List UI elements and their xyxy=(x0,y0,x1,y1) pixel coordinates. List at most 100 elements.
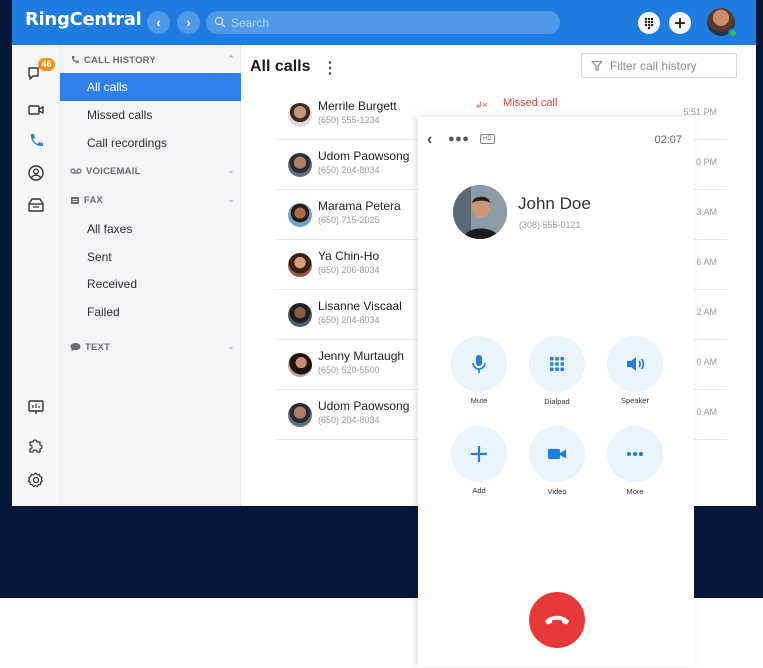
sidebar-item-missed-calls[interactable]: Missed calls xyxy=(60,101,241,129)
stage: RingCentral ‹ › Search 46 CALL HISTORY ⌃… xyxy=(0,0,763,668)
more-dots-icon xyxy=(626,451,644,457)
end-call-button[interactable] xyxy=(529,592,585,648)
contact-phone: (650) 204-8034 xyxy=(318,415,380,425)
back-chevron-icon[interactable]: ‹ xyxy=(427,131,432,149)
hang-up-icon xyxy=(545,615,569,625)
contact-phone: (650) 715-2025 xyxy=(318,215,380,225)
more-button[interactable] xyxy=(607,426,663,482)
contact-phone: (650) 204-8034 xyxy=(318,165,380,175)
filter-box[interactable] xyxy=(581,53,737,78)
icon-rail: 46 xyxy=(12,45,60,506)
dialpad-label: Dialpad xyxy=(544,397,570,406)
video-button[interactable] xyxy=(529,426,585,482)
chevron-down-icon[interactable]: ⌄ xyxy=(227,165,235,176)
search-input[interactable] xyxy=(231,11,551,34)
chevron-down-icon[interactable]: ⌄ xyxy=(227,194,235,205)
fax-label: FAX xyxy=(84,194,104,206)
dialpad-icon xyxy=(550,357,564,371)
filter-input[interactable] xyxy=(610,54,730,77)
call-time: 5:51 PM xyxy=(683,107,717,117)
contact-avatar xyxy=(288,103,312,127)
contact-name: Jenny Murtaugh xyxy=(318,349,405,363)
contact-name: Ya Chin-Ho xyxy=(318,249,380,263)
sidebar-item-sent[interactable]: Sent xyxy=(60,243,241,271)
voicemail-label: VOICEMAIL xyxy=(86,165,141,177)
phone-icon[interactable] xyxy=(26,131,46,151)
call-timer: 02:07 xyxy=(654,134,682,146)
missed-call-icon: ↲× xyxy=(475,100,488,110)
microphone-icon xyxy=(472,355,486,373)
add-label: Add xyxy=(472,486,486,495)
sidebar-item-all-faxes[interactable]: All faxes xyxy=(60,215,241,243)
messages-badge: 46 xyxy=(38,58,55,71)
voicemail-heading[interactable]: VOICEMAIL ⌄ xyxy=(70,162,235,180)
caller-photo xyxy=(453,185,507,239)
contacts-icon[interactable] xyxy=(26,163,46,183)
meetings-icon[interactable] xyxy=(26,397,46,417)
phone-small-icon xyxy=(71,56,79,63)
top-bar: RingCentral ‹ › xyxy=(12,0,756,45)
call-time: 0 PM xyxy=(695,157,717,167)
search-box[interactable] xyxy=(206,11,560,34)
more-options-icon[interactable]: ⋮ xyxy=(322,58,338,78)
brand-logo: RingCentral xyxy=(25,9,142,30)
dialpad-button[interactable] xyxy=(529,336,585,392)
speaker-button[interactable] xyxy=(607,336,663,392)
dialpad-top-button[interactable] xyxy=(638,12,660,34)
mute-button[interactable] xyxy=(451,336,507,392)
contact-name: Udom Paowsong xyxy=(318,149,410,163)
contact-avatar xyxy=(288,253,312,277)
contact-avatar xyxy=(288,303,312,327)
hd-badge: HD xyxy=(480,134,495,144)
contact-avatar xyxy=(288,403,312,427)
text-label: TEXT xyxy=(85,341,111,353)
forward-button[interactable]: › xyxy=(177,11,200,34)
settings-gear-icon[interactable] xyxy=(26,470,46,490)
chat-bubble-icon xyxy=(70,343,81,352)
call-time: 6 AM xyxy=(696,257,717,267)
section-panel: CALL HISTORY ⌃ All calls Missed calls Ca… xyxy=(60,45,241,506)
fax-heading[interactable]: FAX ⌄ xyxy=(70,191,235,209)
contact-phone: (650) 555-1234 xyxy=(318,115,380,125)
speaker-label: Speaker xyxy=(621,396,649,405)
call-time: 3 AM xyxy=(696,207,717,217)
call-menu-dots-icon[interactable]: ●●● xyxy=(448,133,469,145)
contact-name: Lisanne Viscaal xyxy=(318,299,402,313)
chevron-up-icon[interactable]: ⌃ xyxy=(227,54,235,65)
fax-icon[interactable] xyxy=(26,195,46,215)
fax-small-icon xyxy=(71,197,79,204)
video-camera-icon xyxy=(548,449,566,459)
apps-puzzle-icon[interactable] xyxy=(26,435,46,455)
sidebar-item-call-recordings[interactable]: Call recordings xyxy=(60,129,241,157)
sidebar-item-received[interactable]: Received xyxy=(60,270,241,298)
add-call-button[interactable] xyxy=(451,426,507,482)
contact-name: Marama Petera xyxy=(318,199,401,213)
new-action-button[interactable] xyxy=(669,12,691,34)
presence-online-indicator xyxy=(728,28,738,38)
video-icon[interactable] xyxy=(26,100,46,120)
sidebar-item-all-calls[interactable]: All calls xyxy=(60,73,241,101)
video-label: Video xyxy=(547,487,567,496)
sidebar-item-failed[interactable]: Failed xyxy=(60,298,241,326)
call-history-label: CALL HISTORY xyxy=(84,54,156,66)
mute-label: Mute xyxy=(470,396,488,405)
page-title: All calls xyxy=(250,58,311,75)
contact-phone: (650) 204-8034 xyxy=(318,315,380,325)
chevron-down-icon[interactable]: ⌄ xyxy=(227,341,235,352)
contact-phone: (650) 520-5500 xyxy=(318,365,380,375)
text-heading[interactable]: TEXT ⌄ xyxy=(70,338,235,356)
contact-avatar xyxy=(288,353,312,377)
call-time: 0 AM xyxy=(696,357,717,367)
plus-icon xyxy=(675,18,685,28)
caller-number: (308) 555-0121 xyxy=(519,220,581,230)
voicemail-icon xyxy=(70,168,82,174)
contact-avatar xyxy=(288,203,312,227)
dialpad-icon xyxy=(644,17,654,30)
plus-icon xyxy=(471,446,487,462)
active-call-panel: ‹ ●●● HD 02:07 John Doe (308) 555-0121 M… xyxy=(418,117,694,667)
filter-icon xyxy=(591,60,603,72)
speaker-icon xyxy=(627,357,645,371)
call-history-heading[interactable]: CALL HISTORY ⌃ xyxy=(70,51,235,69)
missed-call-label: Missed call xyxy=(503,97,558,109)
back-button[interactable]: ‹ xyxy=(147,11,170,34)
